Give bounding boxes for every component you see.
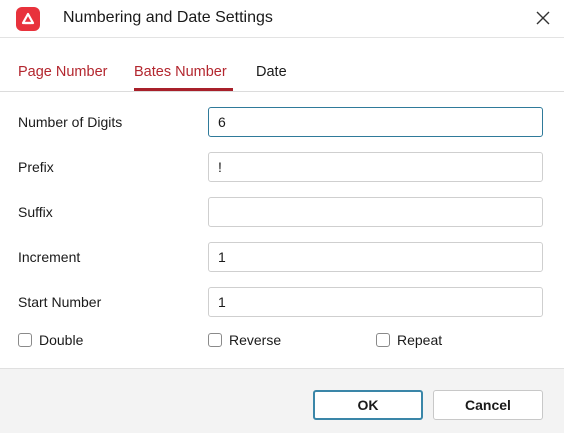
reverse-checkbox-box[interactable] [208,333,222,347]
tab-date[interactable]: Date [256,64,287,80]
increment-input[interactable]: 1 [208,242,543,272]
repeat-checkbox[interactable]: Repeat [376,331,442,349]
title-bar: Numbering and Date Settings [0,0,564,38]
reverse-checkbox[interactable]: Reverse [208,331,281,349]
number-of-digits-input[interactable]: 6 [208,107,543,137]
repeat-label: Repeat [397,332,443,348]
numbering-date-settings-dialog: Numbering and Date Settings Page Number … [0,0,564,433]
cancel-button[interactable]: Cancel [433,390,543,420]
dialog-title: Numbering and Date Settings [63,9,273,26]
double-checkbox[interactable]: Double [18,331,83,349]
start-number-input[interactable]: 1 [208,287,543,317]
close-icon[interactable] [532,7,554,29]
prefix-input[interactable]: ! [208,152,543,182]
double-checkbox-box[interactable] [18,333,32,347]
double-label: Double [39,332,84,348]
tab-bar: Page Number Bates Number Date [0,58,564,92]
tab-bates-number[interactable]: Bates Number [134,64,227,80]
ok-button[interactable]: OK [313,390,423,420]
suffix-label: Suffix [18,204,53,220]
dialog-footer: OK Cancel [0,368,564,433]
app-logo-icon [16,7,40,31]
active-tab-indicator [134,88,233,91]
number-of-digits-label: Number of Digits [18,114,123,130]
tab-page-number[interactable]: Page Number [18,64,107,80]
suffix-input[interactable] [208,197,543,227]
start-number-label: Start Number [18,294,102,310]
prefix-label: Prefix [18,159,54,175]
reverse-label: Reverse [229,332,282,348]
increment-label: Increment [18,249,81,265]
repeat-checkbox-box[interactable] [376,333,390,347]
